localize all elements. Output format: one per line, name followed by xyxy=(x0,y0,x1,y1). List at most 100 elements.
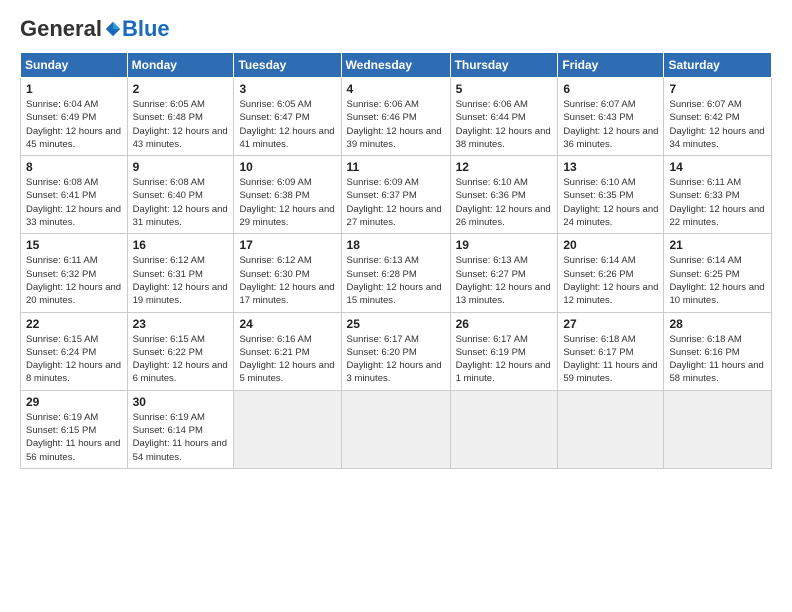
day-detail: Sunrise: 6:08 AMSunset: 6:40 PMDaylight:… xyxy=(133,176,229,229)
calendar-row-1: 1 Sunrise: 6:04 AMSunset: 6:49 PMDaylight… xyxy=(21,78,772,156)
logo-icon xyxy=(104,20,122,38)
calendar-cell-6: 6 Sunrise: 6:07 AMSunset: 6:43 PMDaylight… xyxy=(558,78,664,156)
calendar-cell-5-0: 29 Sunrise: 6:19 AMSunset: 6:15 PMDayligh… xyxy=(21,390,128,468)
day-number: 30 xyxy=(133,395,229,409)
day-detail: Sunrise: 6:10 AMSunset: 6:35 PMDaylight:… xyxy=(563,176,658,229)
calendar-row-4: 22 Sunrise: 6:15 AMSunset: 6:24 PMDayligh… xyxy=(21,312,772,390)
day-number: 6 xyxy=(563,82,658,96)
logo: General Blue xyxy=(20,16,170,42)
calendar-cell-2-3: 11Sunrise: 6:09 AMSunset: 6:37 PMDayligh… xyxy=(341,156,450,234)
day-detail: Sunrise: 6:04 AMSunset: 6:49 PMDaylight:… xyxy=(26,98,122,151)
day-detail: Sunrise: 6:07 AMSunset: 6:42 PMDaylight:… xyxy=(669,98,766,151)
day-detail: Sunrise: 6:10 AMSunset: 6:36 PMDaylight:… xyxy=(456,176,553,229)
calendar-cell-4-1: 23 Sunrise: 6:15 AMSunset: 6:22 PMDayligh… xyxy=(127,312,234,390)
logo-blue-text: Blue xyxy=(122,16,170,42)
day-number: 2 xyxy=(133,82,229,96)
day-detail: Sunrise: 6:05 AMSunset: 6:47 PMDaylight:… xyxy=(239,98,335,151)
day-number: 13 xyxy=(563,160,658,174)
calendar-cell-5-6 xyxy=(664,390,772,468)
calendar-cell-3-2: 17 Sunrise: 6:12 AMSunset: 6:30 PMDayligh… xyxy=(234,234,341,312)
calendar-cell-5-1: 30 Sunrise: 6:19 AMSunset: 6:14 PMDayligh… xyxy=(127,390,234,468)
day-number: 17 xyxy=(239,238,335,252)
day-number: 16 xyxy=(133,238,229,252)
day-number: 20 xyxy=(563,238,658,252)
calendar-cell-3-6: 21 Sunrise: 6:14 AMSunset: 6:25 PMDayligh… xyxy=(664,234,772,312)
calendar-cell-4-6: 28Sunrise: 6:18 AMSunset: 6:16 PMDayligh… xyxy=(664,312,772,390)
day-detail: Sunrise: 6:13 AMSunset: 6:27 PMDaylight:… xyxy=(456,254,553,307)
day-number: 3 xyxy=(239,82,335,96)
day-detail: Sunrise: 6:07 AMSunset: 6:43 PMDaylight:… xyxy=(563,98,658,151)
col-header-thursday: Thursday xyxy=(450,53,558,78)
calendar-cell-5: 5 Sunrise: 6:06 AMSunset: 6:44 PMDaylight… xyxy=(450,78,558,156)
header: General Blue xyxy=(20,16,772,42)
day-number: 4 xyxy=(347,82,445,96)
col-header-monday: Monday xyxy=(127,53,234,78)
calendar-row-2: 8 Sunrise: 6:08 AMSunset: 6:41 PMDaylight… xyxy=(21,156,772,234)
logo-general-text: General xyxy=(20,16,102,42)
day-number: 1 xyxy=(26,82,122,96)
day-detail: Sunrise: 6:09 AMSunset: 6:38 PMDaylight:… xyxy=(239,176,335,229)
day-detail: Sunrise: 6:14 AMSunset: 6:26 PMDaylight:… xyxy=(563,254,658,307)
calendar-cell-1: 1 Sunrise: 6:04 AMSunset: 6:49 PMDaylight… xyxy=(21,78,128,156)
calendar-cell-2-2: 10 Sunrise: 6:09 AMSunset: 6:38 PMDayligh… xyxy=(234,156,341,234)
calendar-cell-2-6: 14Sunrise: 6:11 AMSunset: 6:33 PMDayligh… xyxy=(664,156,772,234)
day-number: 19 xyxy=(456,238,553,252)
day-number: 25 xyxy=(347,317,445,331)
calendar-cell-3-4: 19 Sunrise: 6:13 AMSunset: 6:27 PMDayligh… xyxy=(450,234,558,312)
day-detail: Sunrise: 6:19 AMSunset: 6:15 PMDaylight:… xyxy=(26,411,122,464)
day-detail: Sunrise: 6:17 AMSunset: 6:19 PMDaylight:… xyxy=(456,333,553,386)
day-number: 8 xyxy=(26,160,122,174)
calendar-table: SundayMondayTuesdayWednesdayThursdayFrid… xyxy=(20,52,772,469)
day-number: 15 xyxy=(26,238,122,252)
col-header-friday: Friday xyxy=(558,53,664,78)
calendar-cell-4-2: 24 Sunrise: 6:16 AMSunset: 6:21 PMDayligh… xyxy=(234,312,341,390)
calendar-cell-7: 7 Sunrise: 6:07 AMSunset: 6:42 PMDaylight… xyxy=(664,78,772,156)
day-detail: Sunrise: 6:11 AMSunset: 6:33 PMDaylight:… xyxy=(669,176,766,229)
col-header-wednesday: Wednesday xyxy=(341,53,450,78)
day-number: 26 xyxy=(456,317,553,331)
day-number: 9 xyxy=(133,160,229,174)
calendar-cell-5-3 xyxy=(341,390,450,468)
day-number: 23 xyxy=(133,317,229,331)
day-detail: Sunrise: 6:15 AMSunset: 6:24 PMDaylight:… xyxy=(26,333,122,386)
day-detail: Sunrise: 6:06 AMSunset: 6:46 PMDaylight:… xyxy=(347,98,445,151)
day-number: 7 xyxy=(669,82,766,96)
col-header-sunday: Sunday xyxy=(21,53,128,78)
day-number: 18 xyxy=(347,238,445,252)
day-number: 21 xyxy=(669,238,766,252)
calendar-row-5: 29 Sunrise: 6:19 AMSunset: 6:15 PMDayligh… xyxy=(21,390,772,468)
calendar-cell-4-4: 26 Sunrise: 6:17 AMSunset: 6:19 PMDayligh… xyxy=(450,312,558,390)
calendar-row-3: 15 Sunrise: 6:11 AMSunset: 6:32 PMDayligh… xyxy=(21,234,772,312)
day-detail: Sunrise: 6:05 AMSunset: 6:48 PMDaylight:… xyxy=(133,98,229,151)
day-detail: Sunrise: 6:11 AMSunset: 6:32 PMDaylight:… xyxy=(26,254,122,307)
day-number: 29 xyxy=(26,395,122,409)
day-number: 22 xyxy=(26,317,122,331)
calendar-cell-4-5: 27Sunrise: 6:18 AMSunset: 6:17 PMDayligh… xyxy=(558,312,664,390)
calendar-cell-3-1: 16 Sunrise: 6:12 AMSunset: 6:31 PMDayligh… xyxy=(127,234,234,312)
day-number: 5 xyxy=(456,82,553,96)
day-number: 28 xyxy=(669,317,766,331)
calendar-cell-3-5: 20 Sunrise: 6:14 AMSunset: 6:26 PMDayligh… xyxy=(558,234,664,312)
calendar-cell-2-0: 8 Sunrise: 6:08 AMSunset: 6:41 PMDaylight… xyxy=(21,156,128,234)
day-number: 10 xyxy=(239,160,335,174)
calendar-cell-4: 4 Sunrise: 6:06 AMSunset: 6:46 PMDaylight… xyxy=(341,78,450,156)
day-detail: Sunrise: 6:14 AMSunset: 6:25 PMDaylight:… xyxy=(669,254,766,307)
day-detail: Sunrise: 6:06 AMSunset: 6:44 PMDaylight:… xyxy=(456,98,553,151)
day-detail: Sunrise: 6:19 AMSunset: 6:14 PMDaylight:… xyxy=(133,411,229,464)
day-detail: Sunrise: 6:08 AMSunset: 6:41 PMDaylight:… xyxy=(26,176,122,229)
day-detail: Sunrise: 6:16 AMSunset: 6:21 PMDaylight:… xyxy=(239,333,335,386)
day-detail: Sunrise: 6:12 AMSunset: 6:31 PMDaylight:… xyxy=(133,254,229,307)
day-detail: Sunrise: 6:12 AMSunset: 6:30 PMDaylight:… xyxy=(239,254,335,307)
calendar-cell-5-5 xyxy=(558,390,664,468)
day-number: 24 xyxy=(239,317,335,331)
page: General Blue SundayMondayTuesdayWednesda… xyxy=(0,0,792,479)
day-detail: Sunrise: 6:13 AMSunset: 6:28 PMDaylight:… xyxy=(347,254,445,307)
calendar-cell-2-4: 12 Sunrise: 6:10 AMSunset: 6:36 PMDayligh… xyxy=(450,156,558,234)
calendar-cell-3: 3 Sunrise: 6:05 AMSunset: 6:47 PMDaylight… xyxy=(234,78,341,156)
day-detail: Sunrise: 6:15 AMSunset: 6:22 PMDaylight:… xyxy=(133,333,229,386)
day-detail: Sunrise: 6:17 AMSunset: 6:20 PMDaylight:… xyxy=(347,333,445,386)
calendar-cell-5-2 xyxy=(234,390,341,468)
calendar-cell-2-1: 9 Sunrise: 6:08 AMSunset: 6:40 PMDaylight… xyxy=(127,156,234,234)
calendar-cell-2-5: 13 Sunrise: 6:10 AMSunset: 6:35 PMDayligh… xyxy=(558,156,664,234)
day-number: 12 xyxy=(456,160,553,174)
